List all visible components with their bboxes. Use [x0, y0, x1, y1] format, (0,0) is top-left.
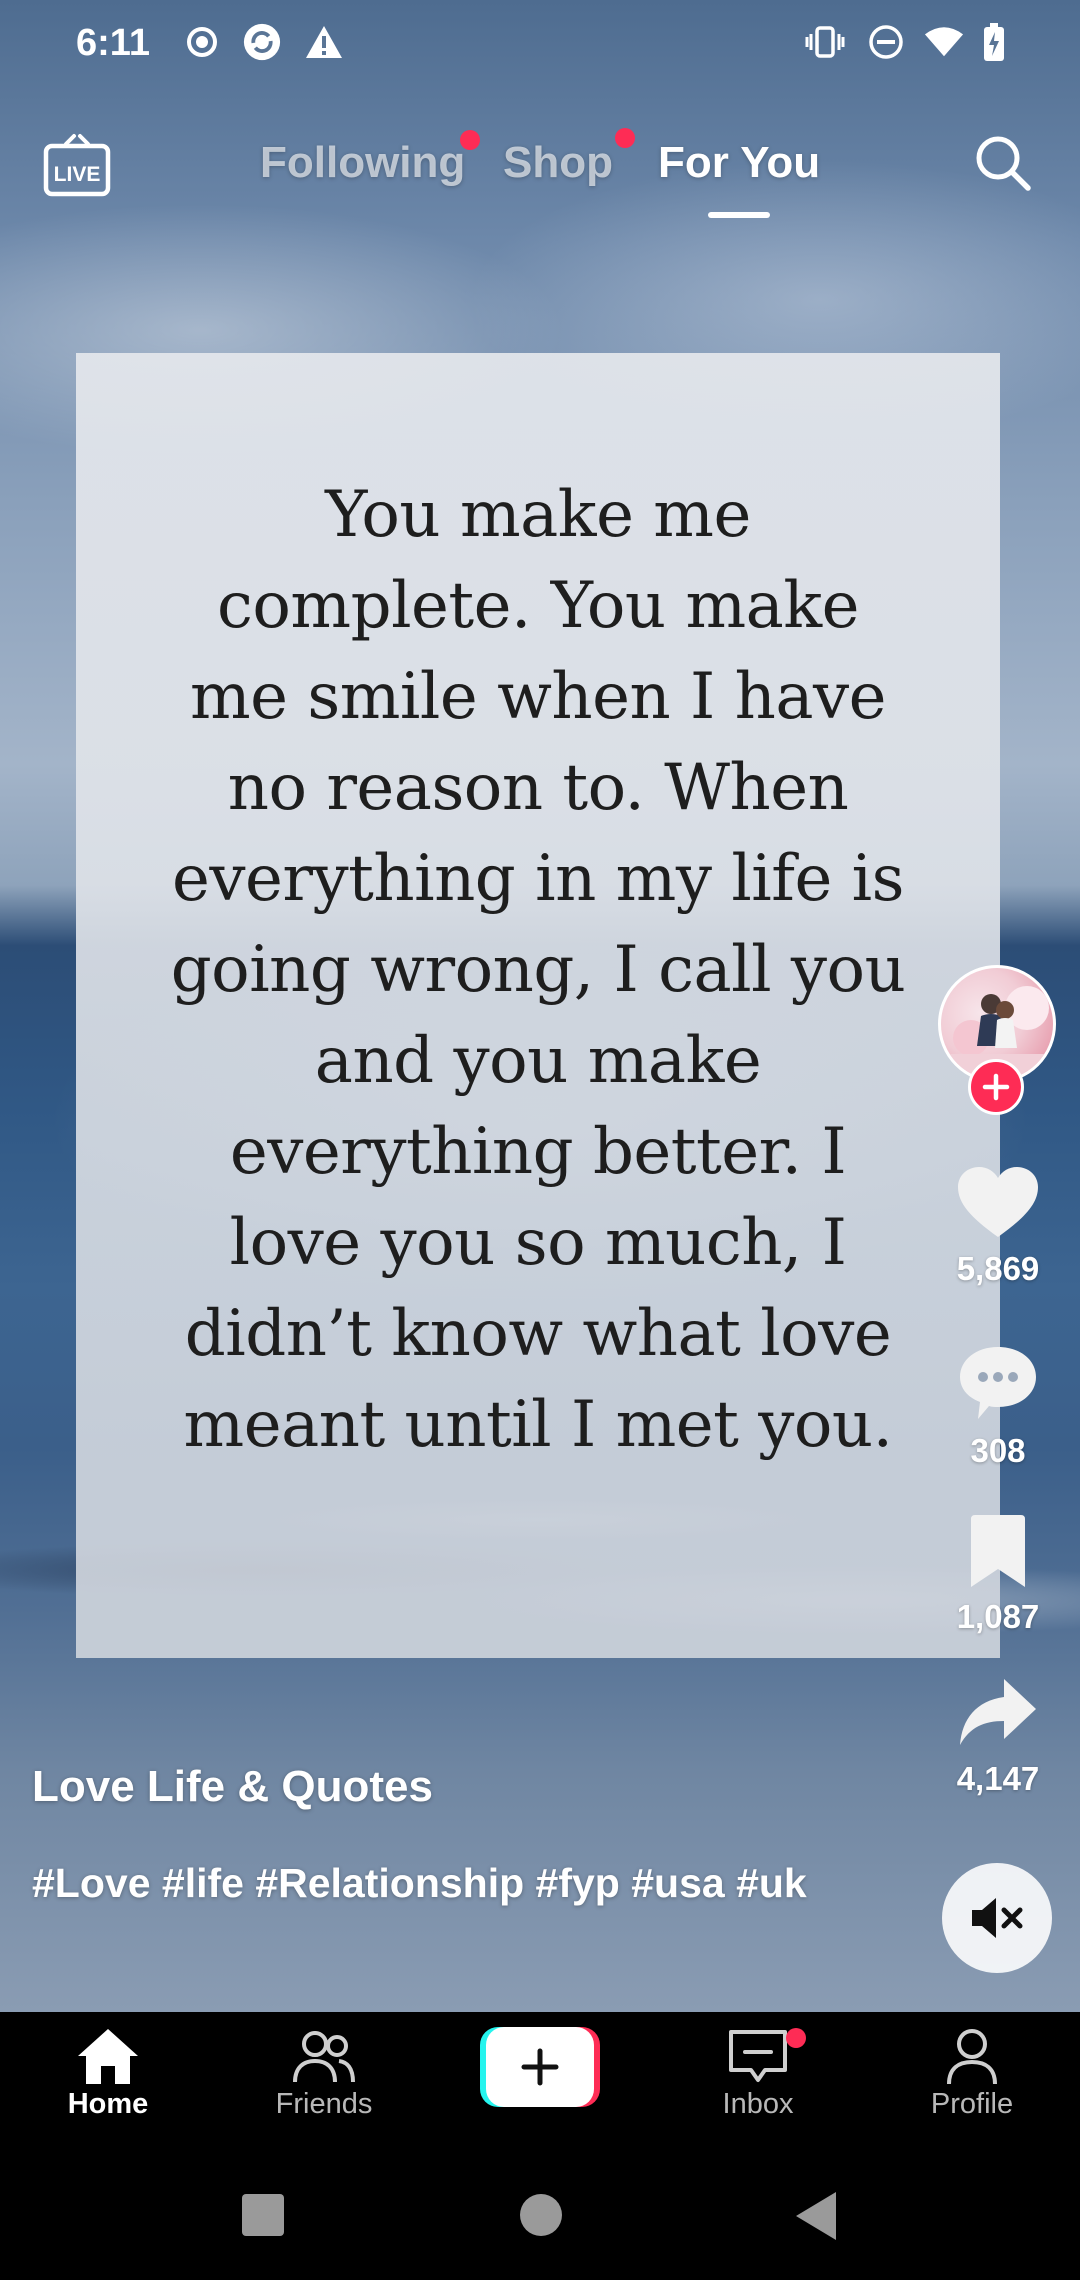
tab-for-you[interactable]: For You — [658, 138, 820, 188]
heart-icon — [958, 1167, 1038, 1237]
create-button-face — [486, 2027, 594, 2107]
inbox-icon — [729, 2030, 787, 2082]
nav-home[interactable]: Home — [18, 2026, 198, 2121]
nav-profile-label: Profile — [930, 2088, 1014, 2120]
search-icon[interactable] — [972, 132, 1034, 194]
create-post-button[interactable] — [480, 2027, 600, 2107]
nav-friends-label: Friends — [275, 2088, 373, 2120]
quote-line: You make me — [325, 478, 751, 552]
follow-plus-button[interactable] — [968, 1059, 1024, 1115]
video-caption: Love Life & Quotes #Love #life #Relation… — [32, 1762, 892, 1914]
vibrate-icon — [805, 22, 845, 62]
speaker-muted-icon — [972, 1898, 1023, 1938]
wifi-icon — [924, 22, 964, 62]
tiktok-feed-screen: You make me complete. You make me smile … — [0, 0, 1080, 2280]
quote-line: meant until I met you. — [183, 1388, 893, 1462]
plus-icon — [521, 2048, 559, 2086]
hashtags[interactable]: #Love #life #Relationship #fyp #usa #uk — [32, 1852, 892, 1914]
do-not-disturb-icon — [866, 22, 906, 62]
system-home-button[interactable] — [520, 2194, 562, 2236]
live-icon[interactable]: LIVE — [42, 130, 112, 200]
quote-line: going wrong, I call you — [170, 933, 906, 1007]
battery-icon — [974, 22, 1014, 62]
recent-apps-button[interactable] — [242, 2194, 284, 2236]
share-arrow-icon — [960, 1679, 1036, 1745]
friends-icon — [293, 2031, 355, 2083]
quote-line: me smile when I have — [189, 660, 887, 734]
share-button[interactable]: 4,147 — [930, 1675, 1066, 1798]
quote-text: You make me complete. You make me smile … — [88, 470, 988, 1471]
quote-line: love you so much, I — [229, 1206, 847, 1280]
shop-notification-dot — [615, 128, 635, 148]
quote-line: everything in my life is — [172, 842, 904, 916]
comment-icon — [960, 1347, 1036, 1419]
comment-count: 308 — [970, 1432, 1026, 1469]
bottom-nav: Home Friends Inbox Profile — [0, 2012, 1080, 2164]
like-count: 5,869 — [956, 1250, 1040, 1287]
bookmark-count: 1,087 — [956, 1598, 1040, 1635]
quote-line: didn’t know what love — [184, 1297, 892, 1371]
nav-friends[interactable]: Friends — [234, 2026, 414, 2121]
active-tab-indicator — [708, 212, 770, 218]
nav-profile[interactable]: Profile — [882, 2026, 1062, 2121]
status-time: 6:11 — [76, 22, 150, 64]
author-name[interactable]: Love Life & Quotes — [32, 1762, 892, 1812]
comment-button[interactable]: 308 — [930, 1343, 1066, 1470]
bookmark-icon — [971, 1515, 1025, 1587]
quote-line: no reason to. When — [227, 751, 849, 825]
warning-icon — [304, 22, 344, 62]
nav-inbox-label: Inbox — [722, 2088, 794, 2120]
tab-shop[interactable]: Shop — [503, 138, 613, 188]
following-notification-dot — [460, 130, 480, 150]
sync-icon — [242, 22, 282, 62]
plus-icon — [982, 1073, 1010, 1101]
home-icon — [78, 2029, 138, 2084]
profile-icon — [947, 2029, 997, 2085]
system-back-button[interactable] — [796, 2192, 836, 2240]
share-count: 4,147 — [956, 1760, 1040, 1797]
inbox-notification-dot — [786, 2028, 806, 2048]
top-nav: LIVE Following Shop For You — [0, 120, 1080, 230]
tab-following[interactable]: Following — [260, 138, 465, 188]
quote-line: and you make — [314, 1024, 762, 1098]
nav-home-label: Home — [67, 2088, 149, 2120]
bookmark-button[interactable]: 1,087 — [930, 1513, 1066, 1636]
nav-inbox[interactable]: Inbox — [668, 2026, 848, 2121]
quote-line: complete. You make — [217, 569, 859, 643]
mute-button[interactable] — [942, 1863, 1052, 1973]
system-nav-bar — [0, 2164, 1080, 2280]
like-button[interactable]: 5,869 — [930, 1165, 1066, 1288]
live-icon-label: LIVE — [54, 163, 101, 186]
quote-line: everything better. I — [229, 1115, 847, 1189]
record-icon — [182, 22, 222, 62]
status-bar: 6:11 — [0, 0, 1080, 88]
quote-card: You make me complete. You make me smile … — [76, 353, 1000, 1658]
